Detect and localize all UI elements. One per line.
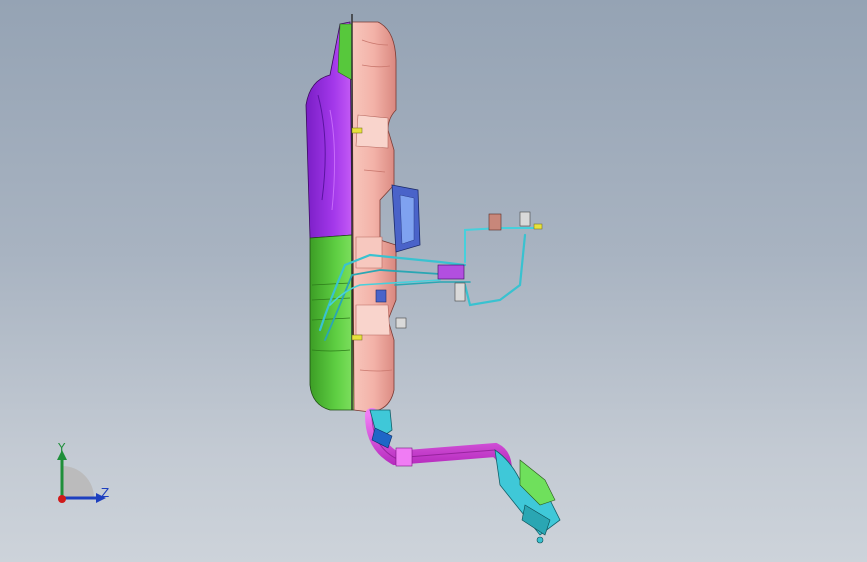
x-axis-dot-icon [58,495,66,503]
triad-plane-icon [62,466,94,498]
y-axis-label: Y [58,441,66,455]
z-axis-label: Z [101,486,110,500]
cad-model[interactable] [0,0,867,562]
tank-left-upper[interactable] [305,21,353,239]
filler-hose[interactable] [365,408,512,477]
fuel-pump-flange[interactable] [391,184,421,253]
filler-neck[interactable] [369,409,561,544]
coordinate-triad: Y Z [40,438,130,513]
graphics-viewport[interactable]: Y Z [0,0,867,562]
tank-right-body[interactable] [351,21,397,413]
